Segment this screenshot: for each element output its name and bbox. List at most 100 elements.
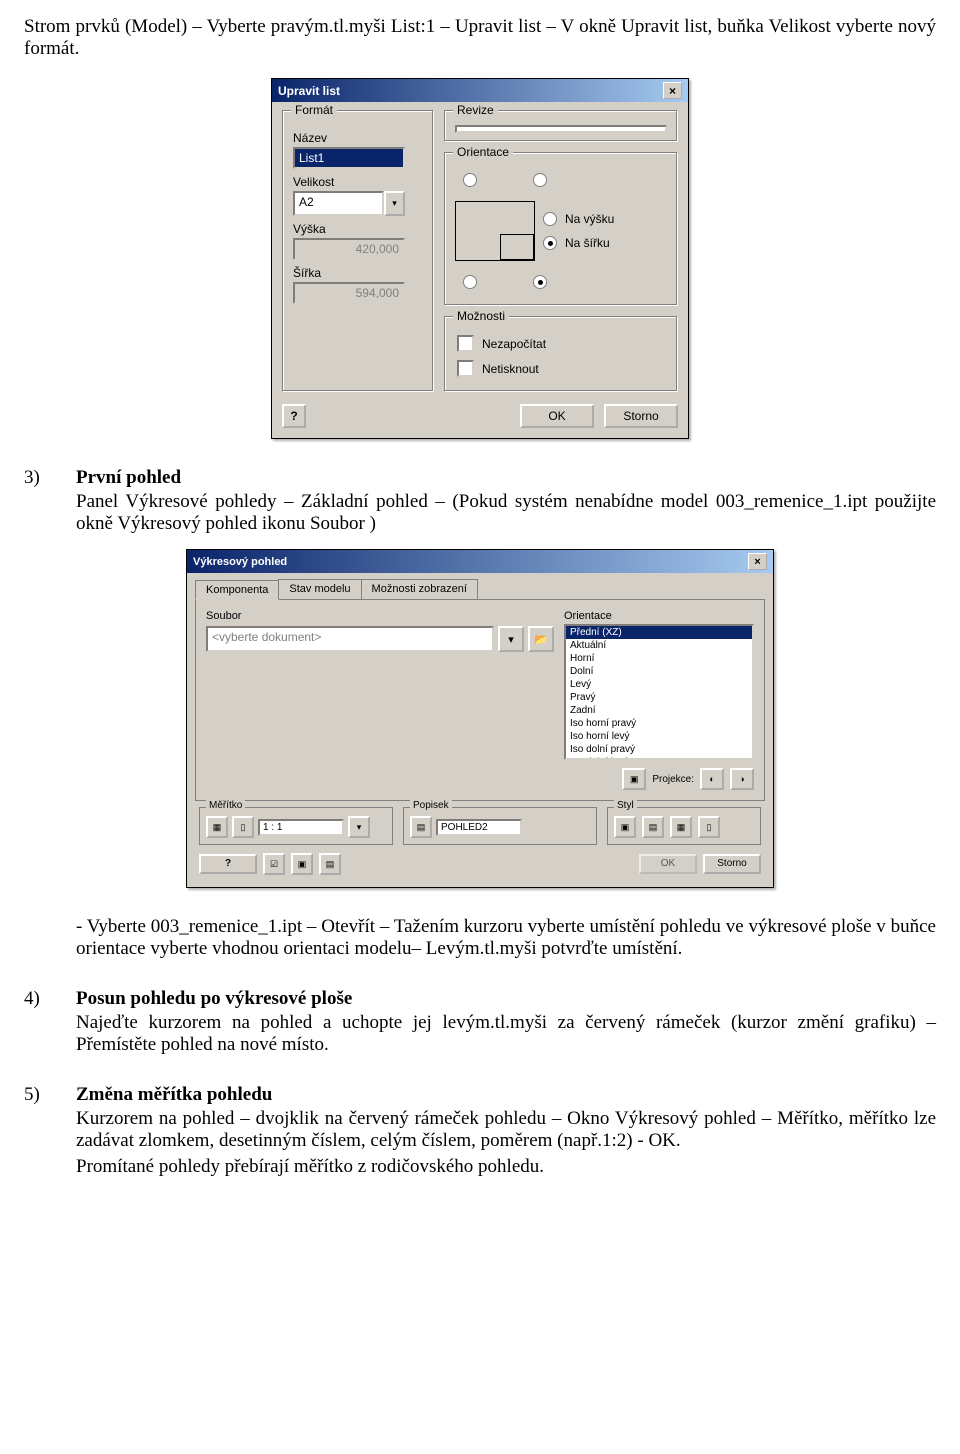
velikost-label: Velikost — [293, 175, 423, 189]
netisknout-label: Netisknout — [482, 362, 539, 376]
format-legend: Formát — [291, 103, 337, 117]
nezapocitat-label: Nezapočítat — [482, 337, 546, 351]
section-3-title: První pohled — [76, 467, 936, 489]
list-item[interactable]: Levý — [566, 678, 752, 691]
tabstrip: Komponenta Stav modelu Možnosti zobrazen… — [195, 579, 765, 600]
moznosti-legend: Možnosti — [453, 309, 509, 323]
style-hidden-icon[interactable]: ▤ — [642, 816, 664, 838]
browse-icon[interactable]: 📂 — [528, 626, 554, 652]
vyska-label: Výška — [293, 222, 423, 236]
section-3: 3) První pohled Panel Výkresové pohledy … — [24, 467, 936, 535]
orient-preview-icon — [455, 201, 535, 261]
tab-komponenta[interactable]: Komponenta — [195, 580, 279, 600]
tab-moznosti-zobrazeni[interactable]: Možnosti zobrazení — [361, 579, 478, 599]
list-item[interactable]: Iso horní levý — [566, 730, 752, 743]
meritko-legend: Měřítko — [206, 800, 245, 811]
list-item[interactable]: Dolní — [566, 665, 752, 678]
chevron-down-icon[interactable]: ▾ — [384, 191, 405, 216]
section-5-text: Kurzorem na pohled – dvojklik na červený… — [76, 1108, 936, 1152]
sirka-label: Šířka — [293, 266, 423, 280]
list-item[interactable]: Pravý — [566, 691, 752, 704]
format-group: Formát Název List1 Velikost A2 ▾ Výška 4… — [282, 110, 434, 392]
revize-group: Revize — [444, 110, 678, 142]
section-3b-text: - Vyberte 003_remenice_1.ipt – Otevřít –… — [76, 916, 936, 960]
nazev-input[interactable]: List1 — [293, 147, 405, 169]
close-icon[interactable]: × — [748, 553, 767, 570]
help-button[interactable]: ? — [199, 854, 257, 874]
list-item[interactable]: Iso dolní pravý — [566, 743, 752, 756]
vyska-input: 420,000 — [293, 238, 405, 260]
orientace-label: Orientace — [564, 610, 754, 622]
list-item[interactable]: Iso dolní levý — [566, 756, 752, 760]
meritko-lock-icon[interactable]: ▯ — [232, 816, 254, 838]
list-item[interactable]: Iso horní pravý — [566, 717, 752, 730]
section-4-text: Najeďte kurzorem na pohled a uchopte jej… — [76, 1012, 936, 1056]
velikost-value[interactable]: A2 — [293, 191, 384, 216]
popisek-group: Popisek ▤ POHLED2 — [403, 807, 597, 845]
intro-text: Strom prvků (Model) – Vyberte pravým.tl.… — [24, 16, 936, 60]
projekce-label: Projekce: — [652, 774, 694, 785]
landscape-radio[interactable] — [543, 236, 557, 250]
section-4: 4) Posun pohledu po výkresové ploše Naje… — [24, 988, 936, 1056]
footer-icon-2[interactable]: ▤ — [319, 853, 341, 875]
orientace-legend: Orientace — [453, 145, 513, 159]
orient-radio-bottom-left[interactable] — [463, 275, 477, 289]
projection-first-icon[interactable]: ◐ — [700, 768, 724, 790]
styl-group: Styl ▣ ▤ ▦ ▯ — [607, 807, 761, 845]
orient-radio-top-left[interactable] — [463, 173, 477, 187]
landscape-label: Na šířku — [565, 236, 610, 250]
list-item[interactable]: Horní — [566, 652, 752, 665]
ok-button[interactable]: OK — [639, 854, 697, 874]
popisek-toggle-icon[interactable]: ▤ — [410, 816, 432, 838]
netisknout-checkbox[interactable] — [457, 360, 474, 377]
section-5-title: Změna měřítka pohledu — [76, 1084, 936, 1106]
dialog-vykresovy-pohled-wrap: Výkresový pohled × Komponenta Stav model… — [24, 549, 936, 888]
moznosti-group: Možnosti Nezapočítat Netisknout — [444, 316, 678, 392]
meritko-icon[interactable]: ▦ — [206, 816, 228, 838]
style-wireframe-icon[interactable]: ▣ — [614, 816, 636, 838]
storno-button[interactable]: Storno — [604, 404, 678, 428]
dialog-upravit-list: Upravit list × Formát Název List1 Veliko… — [271, 78, 689, 439]
list-item[interactable]: Zadní — [566, 704, 752, 717]
revize-legend: Revize — [453, 103, 498, 117]
section-5-text2: Promítané pohledy přebírají měřítko z ro… — [76, 1156, 936, 1178]
chevron-down-icon[interactable]: ▾ — [348, 816, 370, 838]
footer-icon-1[interactable]: ▣ — [291, 853, 313, 875]
sirka-input: 594,000 — [293, 282, 405, 304]
cube-icon[interactable]: ▣ — [622, 768, 646, 790]
dialog-upravit-list-wrap: Upravit list × Formát Název List1 Veliko… — [24, 78, 936, 439]
popisek-input[interactable]: POHLED2 — [436, 819, 522, 836]
projection-third-icon[interactable]: ◑ — [730, 768, 754, 790]
tab-stav-modelu[interactable]: Stav modelu — [278, 579, 361, 599]
nezapocitat-checkbox[interactable] — [457, 335, 474, 352]
list-item[interactable]: Přední (XZ) — [566, 626, 752, 639]
style-lock-icon[interactable]: ▯ — [698, 816, 720, 838]
section-4-title: Posun pohledu po výkresové ploše — [76, 988, 936, 1010]
orientace-listbox[interactable]: Přední (XZ) Aktuální Horní Dolní Levý Pr… — [564, 624, 754, 760]
soubor-label: Soubor — [206, 610, 554, 622]
orient-radio-bottom-right[interactable] — [533, 275, 547, 289]
dialog-vykresovy-pohled: Výkresový pohled × Komponenta Stav model… — [186, 549, 774, 888]
orient-radio-top-right[interactable] — [533, 173, 547, 187]
orientace-group: Orientace Na výšku — [444, 152, 678, 306]
section-3-text: Panel Výkresové pohledy – Základní pohle… — [76, 491, 936, 535]
section-5-num: 5) — [24, 1084, 48, 1178]
revize-input[interactable] — [455, 125, 667, 133]
velikost-combo[interactable]: A2 ▾ — [293, 191, 405, 216]
list-item[interactable]: Aktuální — [566, 639, 752, 652]
checkbox-footer-1[interactable]: ☑ — [263, 853, 285, 875]
dialog2-title: Výkresový pohled — [193, 556, 287, 568]
close-icon[interactable]: × — [663, 82, 682, 99]
meritko-input[interactable]: 1 : 1 — [258, 819, 344, 836]
dialog2-titlebar: Výkresový pohled × — [187, 550, 773, 573]
ok-button[interactable]: OK — [520, 404, 594, 428]
style-shaded-icon[interactable]: ▦ — [670, 816, 692, 838]
soubor-input[interactable]: <vyberte dokument> — [206, 626, 494, 652]
dialog1-title: Upravit list — [278, 84, 340, 98]
styl-legend: Styl — [614, 800, 637, 811]
chevron-down-icon[interactable]: ▾ — [498, 626, 524, 652]
portrait-radio[interactable] — [543, 212, 557, 226]
dialog1-titlebar: Upravit list × — [272, 79, 688, 102]
help-button[interactable]: ? — [282, 404, 306, 428]
storno-button[interactable]: Storno — [703, 854, 761, 874]
